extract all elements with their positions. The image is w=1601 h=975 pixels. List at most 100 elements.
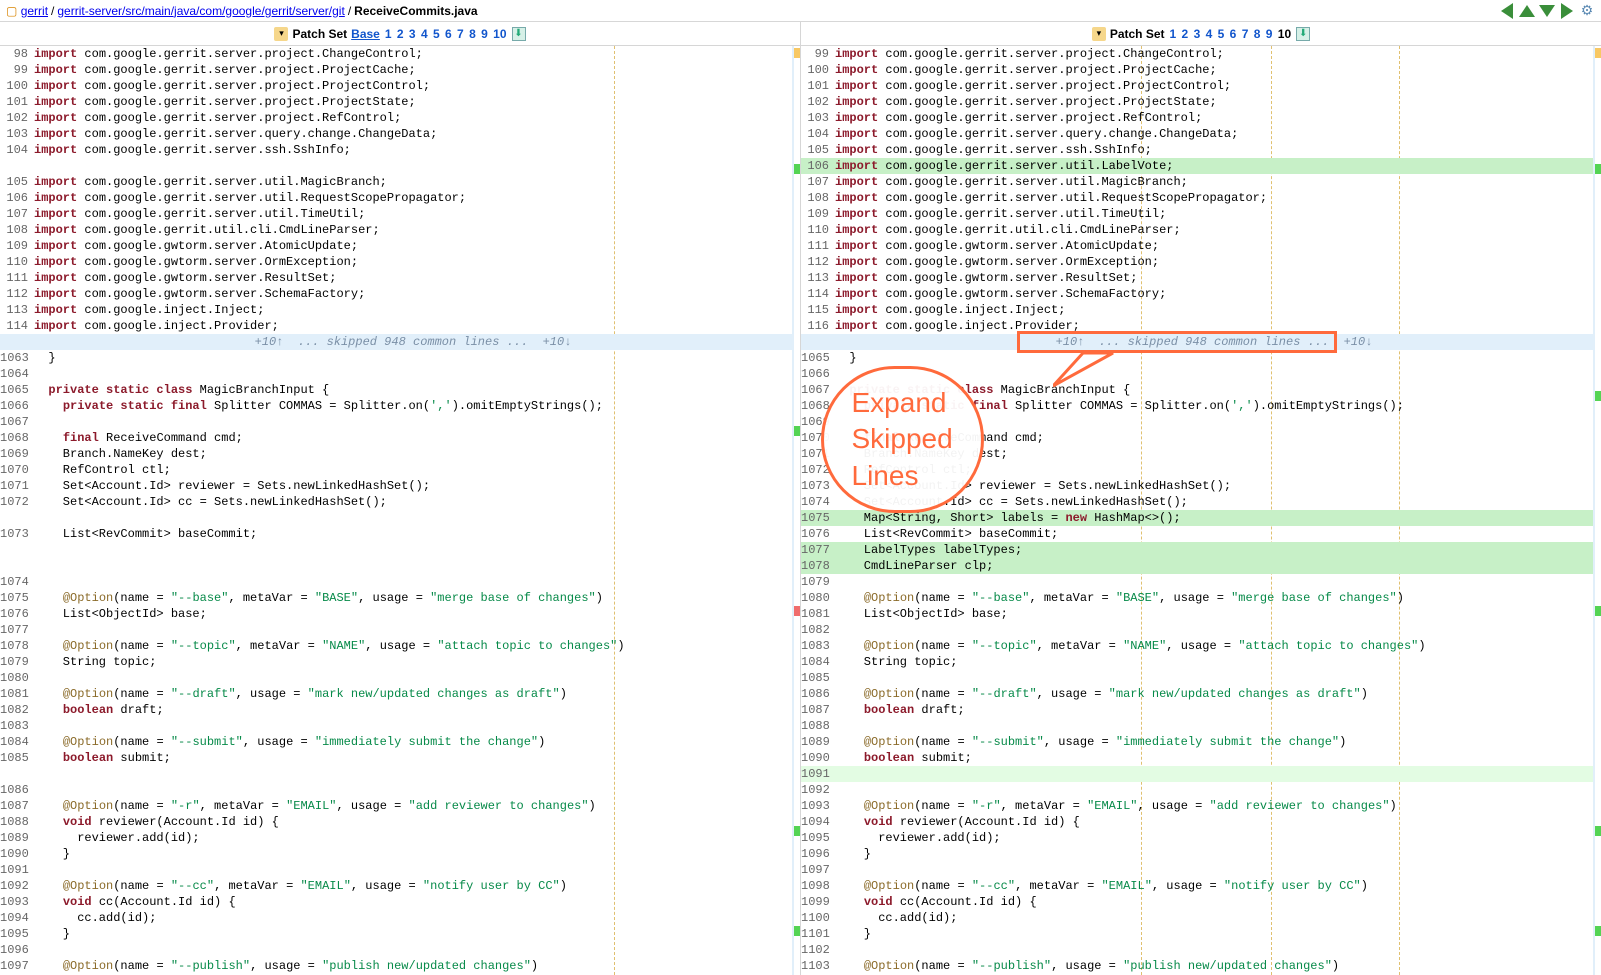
code-row[interactable]: 1079 String topic;: [0, 654, 792, 670]
code-row[interactable]: 1075 @Option(name = "--base", metaVar = …: [0, 590, 792, 606]
code-row[interactable]: 107import com.google.gerrit.server.util.…: [801, 174, 1593, 190]
nav-down-icon[interactable]: [1539, 3, 1555, 19]
code-row[interactable]: 108import com.google.gerrit.util.cli.Cmd…: [0, 222, 792, 238]
patchset-number[interactable]: 8: [468, 27, 477, 41]
patchset-number[interactable]: 2: [396, 27, 405, 41]
code-row[interactable]: 99import com.google.gerrit.server.projec…: [801, 46, 1593, 62]
left-pane[interactable]: 98import com.google.gerrit.server.projec…: [0, 46, 801, 975]
code-row[interactable]: 1091: [801, 766, 1593, 782]
code-row[interactable]: 1085: [801, 670, 1593, 686]
minimap-mark[interactable]: [794, 606, 801, 616]
code-row[interactable]: 1079: [801, 574, 1593, 590]
code-row[interactable]: 1088: [801, 718, 1593, 734]
right-minimap[interactable]: [1593, 46, 1601, 975]
patchset-number[interactable]: 5: [432, 27, 441, 41]
patchset-number[interactable]: 10: [492, 27, 507, 41]
patchset-number[interactable]: 3: [408, 27, 417, 41]
code-row[interactable]: 101import com.google.gerrit.server.proje…: [0, 94, 792, 110]
code-row[interactable]: 1080 @Option(name = "--base", metaVar = …: [801, 590, 1593, 606]
patchset-number[interactable]: 3: [1193, 27, 1202, 41]
code-row[interactable]: 1090 boolean submit;: [801, 750, 1593, 766]
minimap-mark[interactable]: [1595, 48, 1601, 58]
code-row[interactable]: 1093 void cc(Account.Id id) {: [0, 894, 792, 910]
code-row[interactable]: 1066 private static final Splitter COMMA…: [0, 398, 792, 414]
patchset-number[interactable]: 7: [456, 27, 465, 41]
code-row[interactable]: 109import com.google.gerrit.server.util.…: [801, 206, 1593, 222]
code-row[interactable]: 1097 @Option(name = "--publish", usage =…: [0, 958, 792, 974]
code-row[interactable]: 111import com.google.gwtorm.server.Atomi…: [801, 238, 1593, 254]
code-row[interactable]: 1076 List<RevCommit> baseCommit;: [801, 526, 1593, 542]
minimap-mark[interactable]: [794, 164, 801, 174]
code-row[interactable]: 1091: [0, 862, 792, 878]
code-row[interactable]: 1069 Branch.NameKey dest;: [0, 446, 792, 462]
crumb-gerrit[interactable]: gerrit: [21, 4, 48, 18]
minimap-mark[interactable]: [794, 826, 801, 836]
code-row[interactable]: 1082: [801, 622, 1593, 638]
download-icon[interactable]: ⬇: [1296, 27, 1310, 41]
code-row[interactable]: 1089 reviewer.add(id);: [0, 830, 792, 846]
code-row[interactable]: 1083 @Option(name = "--topic", metaVar =…: [801, 638, 1593, 654]
code-row[interactable]: 115import com.google.inject.Inject;: [801, 302, 1593, 318]
code-row[interactable]: 1073 List<RevCommit> baseCommit;: [0, 526, 792, 542]
code-row[interactable]: 103import com.google.gerrit.server.proje…: [801, 110, 1593, 126]
minimap-mark[interactable]: [1595, 606, 1601, 616]
comment-toggle-icon[interactable]: [274, 27, 288, 41]
patchset-number[interactable]: 9: [480, 27, 489, 41]
code-row[interactable]: 1081 List<ObjectId> base;: [801, 606, 1593, 622]
nav-up-icon[interactable]: [1519, 3, 1535, 19]
patchset-number[interactable]: 4: [420, 27, 429, 41]
code-row[interactable]: 1095 }: [0, 926, 792, 942]
code-row[interactable]: 1086: [0, 782, 792, 798]
code-row[interactable]: 1087 boolean draft;: [801, 702, 1593, 718]
code-row[interactable]: 106import com.google.gerrit.server.util.…: [801, 158, 1593, 174]
code-row[interactable]: 1077 LabelTypes labelTypes;: [801, 542, 1593, 558]
minimap-mark[interactable]: [1595, 164, 1601, 174]
code-row[interactable]: 1064: [0, 366, 792, 382]
code-row[interactable]: 99import com.google.gerrit.server.projec…: [0, 62, 792, 78]
code-row[interactable]: [0, 158, 792, 174]
code-row[interactable]: [0, 558, 792, 574]
patchset-number[interactable]: 6: [1229, 27, 1238, 41]
code-row[interactable]: 1071 Set<Account.Id> reviewer = Sets.new…: [0, 478, 792, 494]
code-row[interactable]: 105import com.google.gerrit.server.ssh.S…: [801, 142, 1593, 158]
minimap-mark[interactable]: [1595, 926, 1601, 936]
code-row[interactable]: 1087 @Option(name = "-r", metaVar = "EMA…: [0, 798, 792, 814]
code-row[interactable]: 1100 cc.add(id);: [801, 910, 1593, 926]
code-row[interactable]: 104import com.google.gerrit.server.query…: [801, 126, 1593, 142]
code-row[interactable]: 1098 @Option(name = "--cc", metaVar = "E…: [801, 878, 1593, 894]
nav-prev-file-icon[interactable]: [1499, 3, 1515, 19]
code-row[interactable]: 1103 @Option(name = "--publish", usage =…: [801, 958, 1593, 974]
code-row[interactable]: 113import com.google.gwtorm.server.Resul…: [801, 270, 1593, 286]
code-row[interactable]: 1093 @Option(name = "-r", metaVar = "EMA…: [801, 798, 1593, 814]
code-row[interactable]: 113import com.google.inject.Inject;: [0, 302, 792, 318]
patchset-number[interactable]: 9: [1265, 27, 1274, 41]
nav-next-file-icon[interactable]: [1559, 3, 1575, 19]
patchset-number[interactable]: 5: [1217, 27, 1226, 41]
crumb-path[interactable]: gerrit-server/src/main/java/com/google/g…: [57, 4, 344, 18]
code-row[interactable]: 1082 boolean draft;: [0, 702, 792, 718]
code-row[interactable]: 1072 Set<Account.Id> cc = Sets.newLinked…: [0, 494, 792, 510]
code-row[interactable]: 102import com.google.gerrit.server.proje…: [801, 94, 1593, 110]
code-row[interactable]: 112import com.google.gwtorm.server.Schem…: [0, 286, 792, 302]
code-row[interactable]: 1077: [0, 622, 792, 638]
code-row[interactable]: 1065 private static class MagicBranchInp…: [0, 382, 792, 398]
code-row[interactable]: 1089 @Option(name = "--submit", usage = …: [801, 734, 1593, 750]
code-row[interactable]: 1080: [0, 670, 792, 686]
code-row[interactable]: 111import com.google.gwtorm.server.Resul…: [0, 270, 792, 286]
code-row[interactable]: [0, 542, 792, 558]
code-row[interactable]: 1078 @Option(name = "--topic", metaVar =…: [0, 638, 792, 654]
code-row[interactable]: 1102: [801, 942, 1593, 958]
code-row[interactable]: 110import com.google.gerrit.util.cli.Cmd…: [801, 222, 1593, 238]
code-row[interactable]: 1101 }: [801, 926, 1593, 942]
left-minimap[interactable]: [792, 46, 800, 975]
patchset-number[interactable]: 2: [1181, 27, 1190, 41]
code-row[interactable]: 112import com.google.gwtorm.server.OrmEx…: [801, 254, 1593, 270]
gear-icon[interactable]: ⚙: [1579, 3, 1595, 19]
code-row[interactable]: 1095 reviewer.add(id);: [801, 830, 1593, 846]
code-row[interactable]: 1094 void reviewer(Account.Id id) {: [801, 814, 1593, 830]
code-row[interactable]: 103import com.google.gerrit.server.query…: [0, 126, 792, 142]
code-row[interactable]: 107import com.google.gerrit.server.util.…: [0, 206, 792, 222]
patchset-number[interactable]: 1: [1169, 27, 1178, 41]
code-row[interactable]: 1092 @Option(name = "--cc", metaVar = "E…: [0, 878, 792, 894]
patchset-number[interactable]: 1: [384, 27, 393, 41]
